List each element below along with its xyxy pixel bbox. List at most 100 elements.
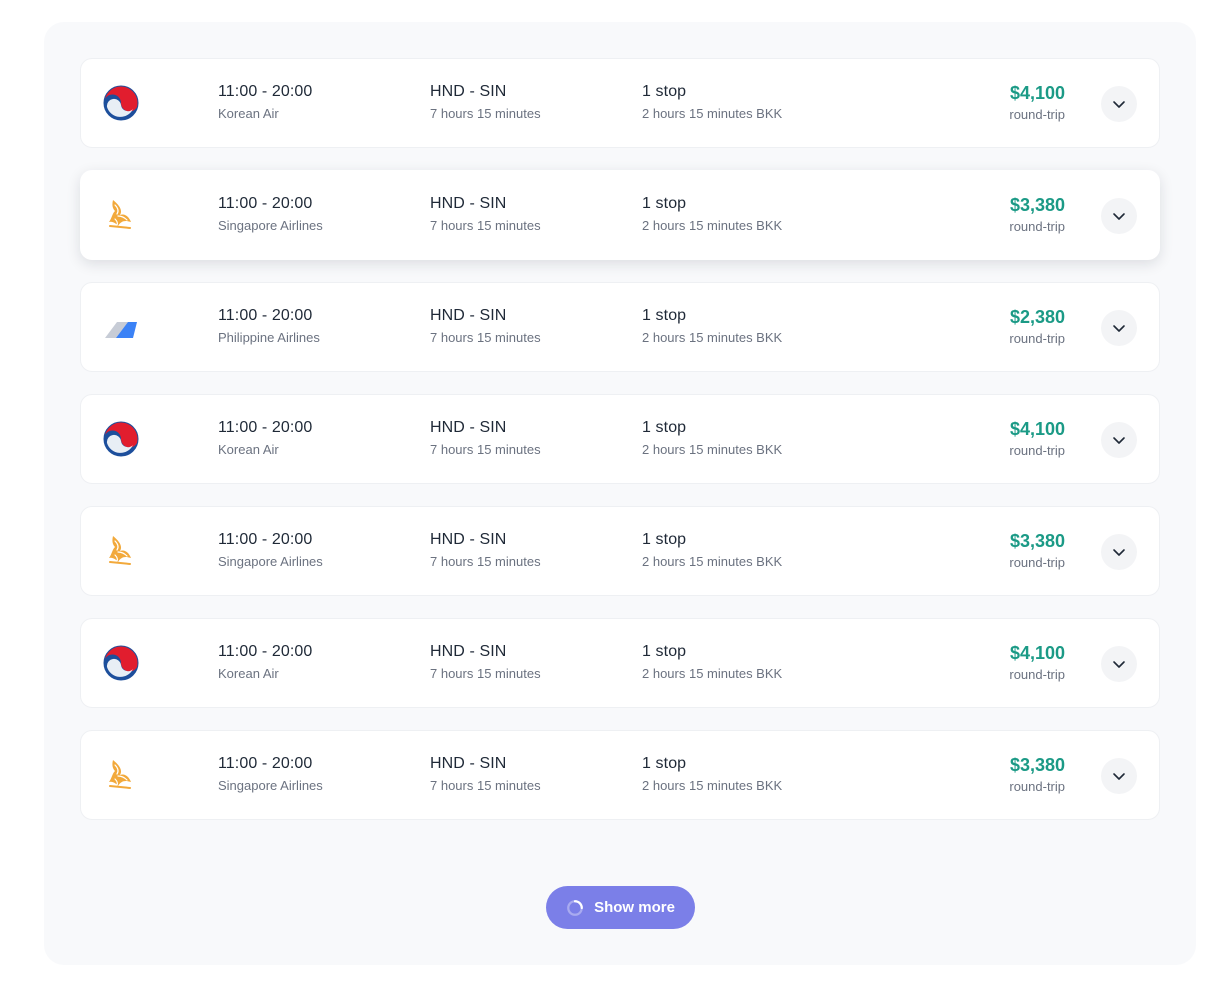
trip-type: round-trip xyxy=(1009,107,1065,122)
flight-card[interactable]: 11:00 - 20:00 Singapore Airlines HND - S… xyxy=(80,170,1160,260)
layover-info: 2 hours 15 minutes BKK xyxy=(642,666,783,681)
flight-times: 11:00 - 20:00 xyxy=(218,643,313,660)
results-panel: 11:00 - 20:00 Korean Air HND - SIN 7 hou… xyxy=(44,22,1196,965)
expand-button[interactable] xyxy=(1101,198,1137,234)
layover-info: 2 hours 15 minutes BKK xyxy=(642,106,783,121)
expand-button[interactable] xyxy=(1101,422,1137,458)
flight-duration: 7 hours 15 minutes xyxy=(430,330,541,345)
expand-button[interactable] xyxy=(1101,86,1137,122)
flight-route: HND - SIN xyxy=(430,195,507,212)
route-column: HND - SIN 7 hours 15 minutes xyxy=(430,530,541,571)
flight-card[interactable]: 11:00 - 20:00 Singapore Airlines HND - S… xyxy=(80,506,1160,596)
flight-times: 11:00 - 20:00 xyxy=(218,307,313,324)
flight-duration: 7 hours 15 minutes xyxy=(430,106,541,121)
airline-name: Singapore Airlines xyxy=(218,778,323,793)
flight-times: 11:00 - 20:00 xyxy=(218,83,313,100)
layover-info: 2 hours 15 minutes BKK xyxy=(642,218,783,233)
flight-times: 11:00 - 20:00 xyxy=(218,531,313,548)
stop-count: 1 stop xyxy=(642,643,687,660)
expand-button[interactable] xyxy=(1101,310,1137,346)
chevron-down-icon xyxy=(1113,773,1125,780)
airline-logo xyxy=(103,85,139,121)
flight-card[interactable]: 11:00 - 20:00 Korean Air HND - SIN 7 hou… xyxy=(80,618,1160,708)
flight-price: $4,100 xyxy=(1009,419,1065,439)
airline-name: Korean Air xyxy=(218,666,279,681)
stops-column: 1 stop 2 hours 15 minutes BKK xyxy=(642,306,782,347)
chevron-down-icon xyxy=(1113,437,1125,444)
flight-card[interactable]: 11:00 - 20:00 Korean Air HND - SIN 7 hou… xyxy=(80,58,1160,148)
price-column: $2,380 round-trip xyxy=(1009,306,1065,348)
time-column: 11:00 - 20:00 Singapore Airlines xyxy=(218,194,323,235)
flight-route: HND - SIN xyxy=(430,643,507,660)
singapore-airlines-logo xyxy=(109,200,131,229)
price-column: $4,100 round-trip xyxy=(1009,642,1065,684)
spinner-icon xyxy=(567,899,583,916)
stops-column: 1 stop 2 hours 15 minutes BKK xyxy=(642,194,782,235)
flight-times: 11:00 - 20:00 xyxy=(218,755,313,772)
flight-route: HND - SIN xyxy=(430,531,507,548)
expand-button[interactable] xyxy=(1101,758,1137,794)
price-column: $3,380 round-trip xyxy=(1009,754,1065,796)
korean-air-logo xyxy=(103,85,139,121)
trip-type: round-trip xyxy=(1009,331,1065,346)
korean-air-logo xyxy=(103,645,139,681)
route-column: HND - SIN 7 hours 15 minutes xyxy=(430,754,541,795)
layover-info: 2 hours 15 minutes BKK xyxy=(642,442,783,457)
time-column: 11:00 - 20:00 Singapore Airlines xyxy=(218,754,323,795)
expand-button[interactable] xyxy=(1101,646,1137,682)
airline-name: Singapore Airlines xyxy=(218,218,323,233)
flight-price: $3,380 xyxy=(1009,755,1065,775)
flight-times: 11:00 - 20:00 xyxy=(218,195,313,212)
flight-duration: 7 hours 15 minutes xyxy=(430,666,541,681)
time-column: 11:00 - 20:00 Korean Air xyxy=(218,82,312,123)
airline-logo xyxy=(103,421,139,457)
flight-route: HND - SIN xyxy=(430,419,507,436)
flight-route: HND - SIN xyxy=(430,755,507,772)
airline-logo xyxy=(103,197,139,233)
flight-price: $4,100 xyxy=(1009,643,1065,663)
flight-card[interactable]: 11:00 - 20:00 Korean Air HND - SIN 7 hou… xyxy=(80,394,1160,484)
stops-column: 1 stop 2 hours 15 minutes BKK xyxy=(642,82,782,123)
price-column: $4,100 round-trip xyxy=(1009,418,1065,460)
flight-duration: 7 hours 15 minutes xyxy=(430,778,541,793)
flight-list: 11:00 - 20:00 Korean Air HND - SIN 7 hou… xyxy=(80,58,1160,842)
airline-name: Singapore Airlines xyxy=(218,554,323,569)
price-column: $4,100 round-trip xyxy=(1009,82,1065,124)
korean-air-logo xyxy=(103,421,139,457)
flight-price: $3,380 xyxy=(1009,531,1065,551)
singapore-airlines-logo xyxy=(109,536,131,565)
stops-column: 1 stop 2 hours 15 minutes BKK xyxy=(642,530,782,571)
show-more-button[interactable]: Show more xyxy=(546,886,695,929)
airline-name: Philippine Airlines xyxy=(218,330,320,345)
stop-count: 1 stop xyxy=(642,755,687,772)
trip-type: round-trip xyxy=(1009,219,1065,234)
stop-count: 1 stop xyxy=(642,531,687,548)
stops-column: 1 stop 2 hours 15 minutes BKK xyxy=(642,754,782,795)
flight-duration: 7 hours 15 minutes xyxy=(430,554,541,569)
flight-card[interactable]: 11:00 - 20:00 Singapore Airlines HND - S… xyxy=(80,730,1160,820)
stop-count: 1 stop xyxy=(642,83,687,100)
stops-column: 1 stop 2 hours 15 minutes BKK xyxy=(642,642,782,683)
flight-duration: 7 hours 15 minutes xyxy=(430,442,541,457)
trip-type: round-trip xyxy=(1009,443,1065,458)
price-column: $3,380 round-trip xyxy=(1009,194,1065,236)
philippine-airlines-logo xyxy=(105,322,137,338)
stop-count: 1 stop xyxy=(642,419,687,436)
expand-button[interactable] xyxy=(1101,534,1137,570)
route-column: HND - SIN 7 hours 15 minutes xyxy=(430,306,541,347)
airline-logo xyxy=(103,645,139,681)
time-column: 11:00 - 20:00 Philippine Airlines xyxy=(218,306,320,347)
flight-card[interactable]: 11:00 - 20:00 Philippine Airlines HND - … xyxy=(80,282,1160,372)
flight-route: HND - SIN xyxy=(430,307,507,324)
airline-logo xyxy=(103,757,139,793)
layover-info: 2 hours 15 minutes BKK xyxy=(642,554,783,569)
price-column: $3,380 round-trip xyxy=(1009,530,1065,572)
flight-duration: 7 hours 15 minutes xyxy=(430,218,541,233)
route-column: HND - SIN 7 hours 15 minutes xyxy=(430,418,541,459)
chevron-down-icon xyxy=(1113,549,1125,556)
trip-type: round-trip xyxy=(1009,779,1065,794)
chevron-down-icon xyxy=(1113,213,1125,220)
stops-column: 1 stop 2 hours 15 minutes BKK xyxy=(642,418,782,459)
route-column: HND - SIN 7 hours 15 minutes xyxy=(430,194,541,235)
chevron-down-icon xyxy=(1113,661,1125,668)
